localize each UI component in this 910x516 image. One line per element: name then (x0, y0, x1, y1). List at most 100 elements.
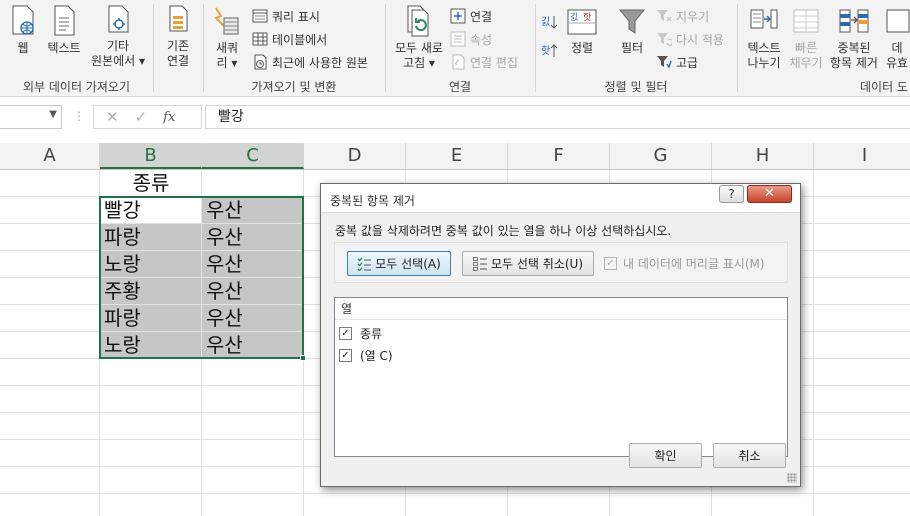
from-text-button[interactable]: 텍스트 (44, 4, 84, 56)
from-table-label: 테이블에서 (272, 32, 328, 47)
cell-b5[interactable]: 주황 (100, 278, 201, 304)
ok-button[interactable]: 확인 (629, 443, 702, 468)
close-button[interactable]: ✕ (747, 185, 792, 203)
resize-grip-icon[interactable] (787, 473, 797, 483)
cell-c4[interactable]: 우산 (202, 251, 303, 277)
refresh-all-label-1: 모두 새로 (395, 41, 443, 55)
connections-button[interactable]: 연결 (450, 6, 492, 26)
filter-button[interactable]: 필터 (614, 4, 650, 56)
svg-text:핫: 핫 (541, 45, 550, 57)
text-to-columns-button[interactable]: 텍스트 나누기 (743, 4, 785, 71)
cell-c3[interactable]: 우산 (202, 224, 303, 250)
reapply-button[interactable]: 다시 적용 (656, 29, 724, 49)
name-box-dropdown-icon[interactable]: ▼ (49, 109, 57, 120)
flash-fill-button[interactable]: 빠른 채우기 (788, 4, 824, 71)
column-header-c[interactable]: C (202, 143, 304, 169)
columns-list[interactable]: 열 ✓ 종류 ✓ (열 C) (334, 297, 788, 457)
remove-duplicates-icon (839, 9, 869, 33)
refresh-all-button[interactable]: 모두 새로 고침 ▾ (392, 4, 446, 71)
cell-c5[interactable]: 우산 (202, 278, 303, 304)
other-sources-label-1: 기타 (106, 39, 130, 53)
dialog-title-bar[interactable]: 중복된 항목 제거 ? ✕ (321, 184, 800, 213)
formula-bar-buttons: ✕ ✓ fx (93, 105, 202, 129)
my-data-has-headers-option[interactable]: ✓ 내 데이터에 머리글 표시(M) (604, 255, 765, 272)
unselect-all-label: 모두 선택 취소(U) (490, 257, 584, 271)
existing-label-1: 기존 (166, 39, 190, 53)
column-header-d[interactable]: D (304, 143, 406, 169)
web-label: 웹 (17, 41, 29, 55)
sort-dialog-icon: 긼핫 (567, 9, 597, 35)
sort-button[interactable]: 긼핫 정렬 (564, 4, 600, 56)
column-item-checkbox[interactable]: ✓ (339, 326, 352, 340)
cell-c6[interactable]: 우산 (202, 305, 303, 331)
filter-label: 필터 (620, 41, 644, 55)
flash-fill-icon (793, 9, 819, 33)
enter-entry-icon[interactable]: ✓ (135, 108, 148, 126)
new-query-label-2: 리 ▾ (216, 56, 238, 70)
formula-bar: ▼ ⋮ ✕ ✓ fx 빨강 (0, 97, 910, 143)
cancel-button[interactable]: 취소 (713, 443, 786, 468)
text-label: 텍스트 (47, 41, 81, 55)
sort-ascending-icon: 긼 (541, 15, 557, 29)
show-queries-button[interactable]: 쿼리 표시 (252, 6, 320, 26)
column-item-checkbox[interactable]: ✓ (339, 348, 352, 362)
select-all-label: 모두 선택(A) (375, 257, 441, 271)
existing-connections-icon (169, 5, 188, 32)
column-item-label: 종류 (360, 326, 383, 341)
cancel-entry-icon[interactable]: ✕ (106, 108, 119, 126)
cell-b4[interactable]: 노랑 (100, 251, 201, 277)
column-header-g[interactable]: G (610, 143, 712, 169)
column-item-1[interactable]: ✓ 종류 (339, 323, 382, 343)
unselect-all-button[interactable]: 모두 선택 취소(U) (462, 251, 594, 276)
name-box[interactable]: ▼ (0, 105, 62, 129)
advanced-filter-button[interactable]: 고급 (656, 52, 698, 72)
data-validation-icon (886, 9, 910, 33)
from-other-sources-button[interactable]: 기타 원본에서 ▾ (88, 4, 148, 69)
select-all-button[interactable]: 모두 선택(A) (347, 251, 451, 276)
show-queries-label: 쿼리 표시 (272, 9, 320, 24)
cell-b2[interactable]: 빨강 (100, 197, 201, 223)
columns-list-header: 열 (335, 298, 787, 320)
existing-connections-button[interactable]: 기존 연결 (158, 4, 198, 69)
properties-button[interactable]: 속성 (450, 29, 492, 49)
sort-descending-button[interactable]: 핫 (541, 42, 557, 62)
cell-c7[interactable]: 우산 (202, 332, 303, 358)
recent-sources-button[interactable]: 최근에 사용한 원본 (252, 52, 368, 72)
insert-function-icon[interactable]: fx (163, 110, 175, 125)
cell-b7[interactable]: 노랑 (100, 332, 201, 358)
fill-handle[interactable] (300, 355, 306, 361)
new-query-button[interactable]: 새쿼 리 ▾ (207, 4, 247, 71)
remove-duplicates-button[interactable]: 중복된 항목 제거 (828, 4, 880, 71)
data-validation-button[interactable]: 데 유효 (884, 4, 910, 71)
sort-descending-icon: 핫 (541, 44, 557, 57)
cell-b1[interactable]: 종류 (100, 170, 202, 196)
headers-checkbox[interactable]: ✓ (604, 257, 617, 270)
from-table-button[interactable]: 테이블에서 (252, 29, 327, 49)
clear-filter-button[interactable]: 지우기 (656, 6, 709, 26)
cell-c2[interactable]: 우산 (202, 197, 303, 223)
formula-input[interactable]: 빨강 (205, 105, 910, 129)
help-button[interactable]: ? (719, 185, 744, 203)
cell-b6[interactable]: 파랑 (100, 305, 201, 331)
column-header-b[interactable]: B (100, 143, 202, 169)
edit-links-button[interactable]: 연결 편집 (450, 52, 518, 72)
cell-b3[interactable]: 파랑 (100, 224, 201, 250)
sort-label: 정렬 (570, 41, 594, 55)
formula-bar-splitter-icon[interactable]: ⋮ (73, 109, 85, 123)
column-item-2[interactable]: ✓ (열 C) (339, 345, 393, 365)
sort-ascending-button[interactable]: 긼 (541, 13, 557, 33)
properties-icon (450, 31, 466, 47)
column-header-e[interactable]: E (406, 143, 508, 169)
dialog-message: 중복 값을 삭제하려면 중복 값이 있는 열을 하나 이상 선택하십시오. (335, 224, 672, 238)
dialog-title: 중복된 항목 제거 (330, 194, 415, 208)
remove-duplicates-label-1: 중복된 (837, 41, 871, 55)
column-header-f[interactable]: F (508, 143, 610, 169)
column-header-h[interactable]: H (712, 143, 814, 169)
column-header-i[interactable]: I (814, 143, 910, 169)
text-to-columns-label-1: 텍스트 (747, 41, 781, 55)
svg-text:긼: 긼 (541, 15, 550, 28)
column-header-a[interactable]: A (0, 143, 100, 169)
remove-duplicates-label-2: 항목 제거 (830, 56, 878, 70)
group-label-data-tools: 데이터 도 (860, 80, 908, 94)
from-web-button[interactable]: 웹 (6, 4, 40, 56)
